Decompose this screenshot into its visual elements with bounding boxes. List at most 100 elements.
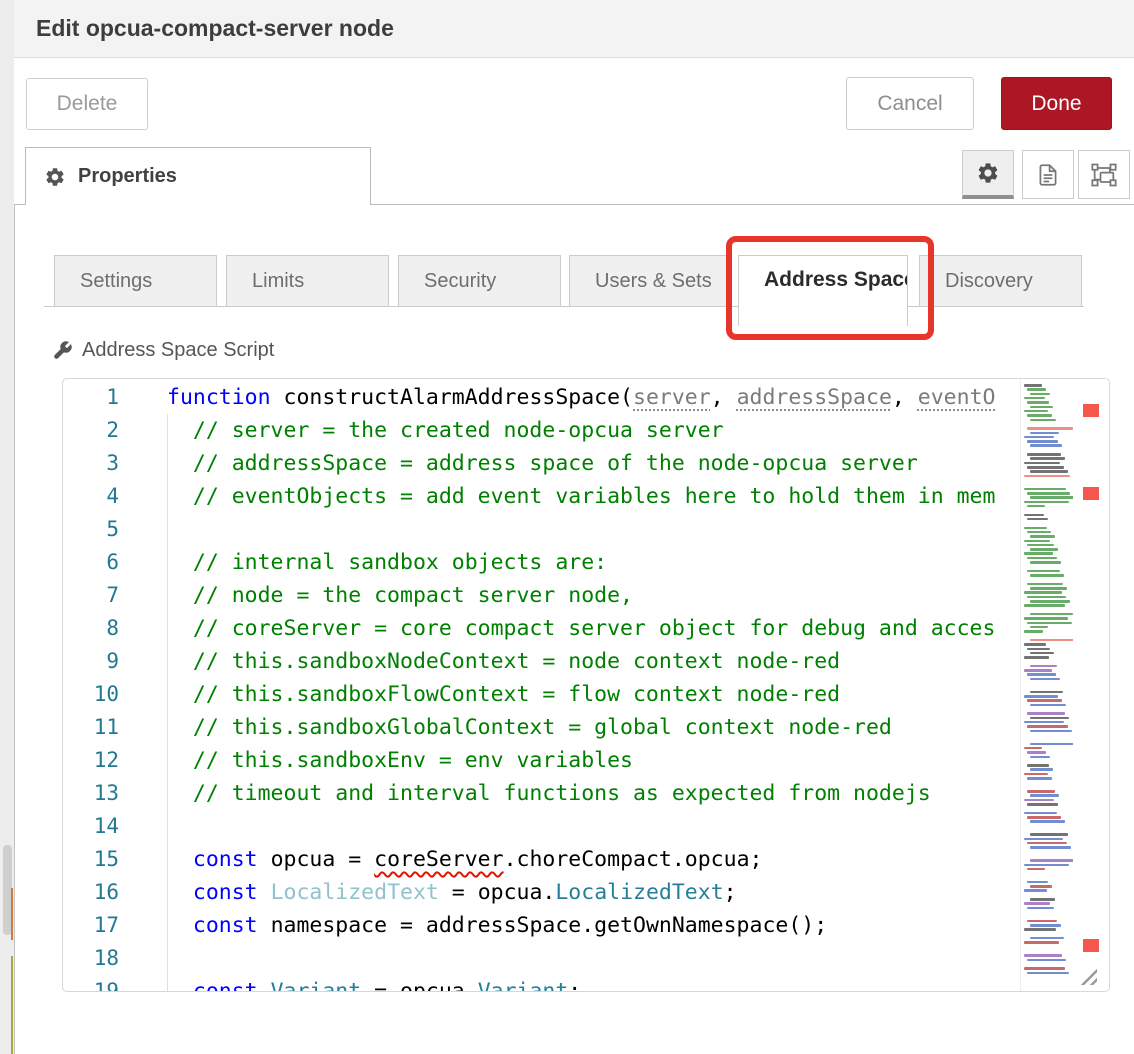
description-view-button[interactable] [1022, 150, 1074, 199]
code-line-9[interactable]: // this.sandboxNodeContext = node contex… [167, 645, 1021, 678]
minimap-row [1030, 432, 1059, 435]
code-token [167, 913, 193, 938]
minimap-row [1024, 527, 1047, 530]
delete-button[interactable]: Delete [26, 78, 148, 130]
properties-view-button[interactable] [962, 150, 1014, 199]
code-line-2[interactable]: // server = the created node-opcua serve… [167, 414, 1021, 447]
code-line-19[interactable]: const Variant = opcua.Variant; [167, 975, 1021, 992]
error-marker[interactable] [1083, 939, 1099, 952]
code-line-16[interactable]: const LocalizedText = opcua.LocalizedTex… [167, 876, 1021, 909]
code-line-8[interactable]: // coreServer = core compact server obje… [167, 612, 1021, 645]
minimap-row [1024, 643, 1046, 646]
tray-header: Edit opcua-compact-server node [14, 0, 1134, 58]
line-number: 9 [63, 645, 119, 678]
minimap-row [1027, 544, 1054, 547]
minimap-row [1027, 959, 1066, 962]
code-token: Variant [271, 979, 362, 992]
minimap-row [1024, 928, 1056, 931]
code-line-13[interactable]: // timeout and interval functions as exp… [167, 777, 1021, 810]
line-number: 7 [63, 579, 119, 612]
minimap-row [1030, 393, 1050, 396]
code-line-1[interactable]: function constructAlarmAddressSpace(serv… [167, 381, 1021, 414]
minimap-row [1024, 501, 1069, 504]
minimap-row [1030, 587, 1067, 590]
minimap-row [1024, 514, 1044, 517]
minimap-row [1024, 773, 1048, 776]
code-token: const [193, 913, 258, 938]
tab-limits[interactable]: Limits [226, 255, 389, 307]
code-line-15[interactable]: const opcua = coreServer.choreCompact.op… [167, 843, 1021, 876]
minimap-row [1030, 704, 1066, 707]
minimap-row [1024, 410, 1048, 413]
code-token [258, 880, 271, 905]
flow-wire-fragment-2 [11, 956, 13, 1054]
minimap-row [1030, 639, 1076, 642]
code-line-5[interactable] [167, 513, 1021, 546]
tab-security[interactable]: Security [398, 255, 561, 307]
code-line-14[interactable] [167, 810, 1021, 843]
minimap-row [1030, 885, 1052, 888]
code-line-6[interactable]: // internal sandbox objects are: [167, 546, 1021, 579]
code-line-10[interactable]: // this.sandboxFlowContext = flow contex… [167, 678, 1021, 711]
line-number: 11 [63, 711, 119, 744]
minimap-row [1024, 540, 1050, 543]
minimap-row [1030, 406, 1053, 409]
minimap-row [1030, 548, 1058, 551]
done-button[interactable]: Done [1001, 77, 1112, 130]
minimap-row [1024, 630, 1043, 633]
code-token [258, 979, 271, 992]
line-number: 14 [63, 810, 119, 843]
minimap-row [1030, 665, 1057, 668]
code-line-4[interactable]: // eventObjects = add event variables he… [167, 480, 1021, 513]
code-token: server [633, 385, 711, 410]
appearance-view-button[interactable] [1078, 150, 1130, 199]
code-line-11[interactable]: // this.sandboxGlobalContext = global co… [167, 711, 1021, 744]
line-number: 10 [63, 678, 119, 711]
cancel-button[interactable]: Cancel [846, 77, 974, 130]
minimap-row [1024, 436, 1054, 439]
error-marker[interactable] [1083, 404, 1099, 417]
section-label: Address Space Script [52, 339, 274, 362]
code-line-17[interactable]: const namespace = addressSpace.getOwnNam… [167, 909, 1021, 942]
section-label-text: Address Space Script [82, 339, 274, 362]
minimap-row [1030, 859, 1074, 862]
tab-settings[interactable]: Settings [54, 255, 217, 307]
minimap-row [1027, 531, 1051, 534]
editor-text-area[interactable]: function constructAlarmAddressSpace(serv… [167, 381, 1021, 992]
minimap-row [1024, 397, 1045, 400]
workspace-edge [0, 0, 15, 1054]
minimap-row [1027, 453, 1061, 456]
minimap-row [1027, 388, 1046, 391]
minimap-row [1027, 803, 1058, 806]
minimap-row [1030, 470, 1068, 473]
line-number: 3 [63, 447, 119, 480]
code-editor[interactable]: 12345678910111213141516171819 function c… [62, 378, 1110, 992]
code-line-3[interactable]: // addressSpace = address space of the n… [167, 447, 1021, 480]
line-number: 4 [63, 480, 119, 513]
minimap[interactable] [1020, 379, 1073, 991]
line-number: 12 [63, 744, 119, 777]
tab-properties[interactable]: Properties [25, 147, 371, 205]
minimap-row [1024, 721, 1064, 724]
minimap-row [1030, 561, 1061, 564]
minimap-row [1027, 699, 1062, 702]
code-token: LocalizedText [271, 880, 439, 905]
minimap-row [1024, 864, 1069, 867]
code-token: // server = the created node-opcua serve… [167, 418, 724, 443]
wrench-icon [52, 340, 73, 361]
code-line-18[interactable] [167, 942, 1021, 975]
minimap-row [1027, 401, 1049, 404]
line-number: 8 [63, 612, 119, 645]
minimap-row [1024, 462, 1060, 465]
tab-address-space[interactable]: Address Space [738, 255, 908, 326]
error-marker[interactable] [1083, 487, 1099, 500]
tab-discovery[interactable]: Discovery [919, 255, 1082, 307]
tab-users-sets[interactable]: Users & Sets [569, 255, 732, 307]
code-token: // coreServer = core compact server obje… [167, 616, 995, 641]
minimap-row [1024, 384, 1042, 387]
code-line-7[interactable]: // node = the compact server node, [167, 579, 1021, 612]
code-token: namespace = addressSpace.getOwnNamespace… [258, 913, 828, 938]
minimap-row [1027, 466, 1064, 469]
code-token: LocalizedText [555, 880, 723, 905]
code-line-12[interactable]: // this.sandboxEnv = env variables [167, 744, 1021, 777]
